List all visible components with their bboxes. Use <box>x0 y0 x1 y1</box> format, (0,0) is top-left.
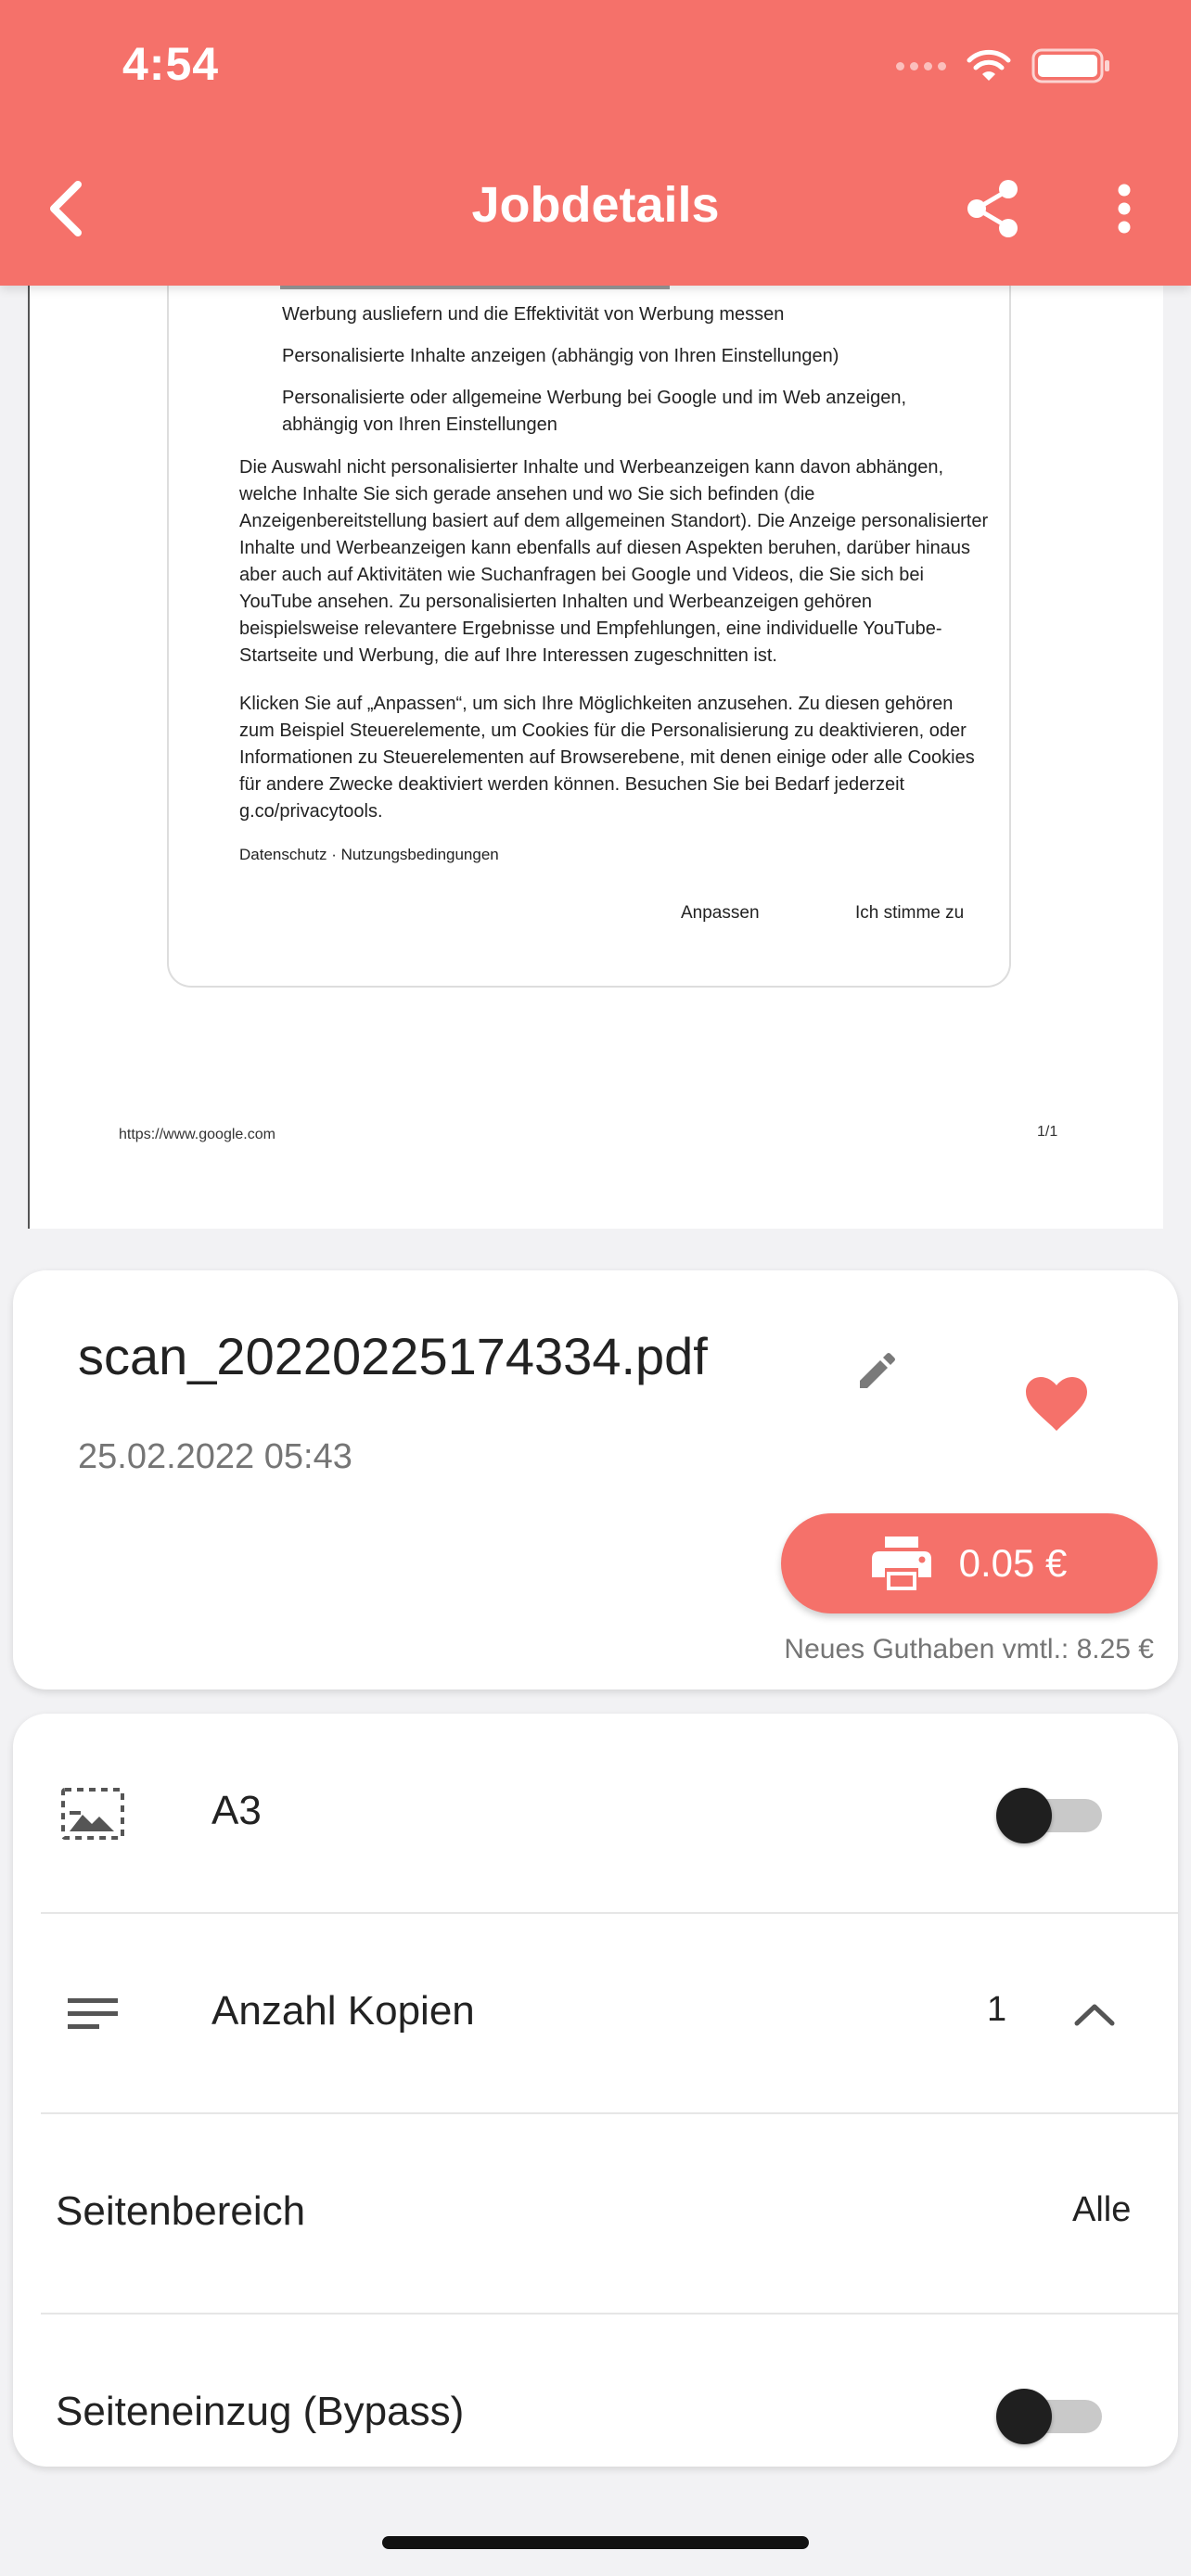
printer-icon <box>871 1537 931 1590</box>
doc-bullet: Personalisierte Inhalte anzeigen (abhäng… <box>282 346 839 366</box>
app-bar: 4:54 Jobdetails <box>0 0 1191 286</box>
more-vert-icon <box>1118 184 1131 234</box>
collapse-copies-button[interactable] <box>1057 1977 1132 2051</box>
document-preview[interactable]: Werbung ausliefern und die Effektivität … <box>28 260 1163 1229</box>
battery-icon <box>1031 48 1109 83</box>
doc-bullet: Personalisierte oder allgemeine Werbung … <box>282 388 906 435</box>
notes-icon <box>56 1977 130 2051</box>
page-range-row[interactable]: Seitenbereich Alle <box>13 2114 1178 2315</box>
copies-value[interactable]: 1 <box>987 1990 1006 2030</box>
page-range-value[interactable]: Alle <box>1072 2190 1131 2230</box>
doc-customize-label: Anpassen <box>681 903 760 923</box>
cellular-signal-icon <box>896 61 946 70</box>
bypass-toggle[interactable] <box>996 2389 1111 2444</box>
copies-label: Anzahl Kopien <box>211 1988 475 2034</box>
file-name: scan_20220225174334.pdf <box>78 1327 708 1385</box>
file-date: 25.02.2022 05:43 <box>78 1437 352 1476</box>
doc-bullet: Werbung ausliefern und die Effektivität … <box>282 304 785 325</box>
share-button[interactable] <box>955 167 1030 250</box>
balance-text: Neues Guthaben vmtl.: 8.25 € <box>784 1634 1154 1664</box>
more-options-button[interactable] <box>1087 167 1161 250</box>
share-icon <box>967 180 1018 237</box>
doc-links: Datenschutz · Nutzungsbedingungen <box>239 846 499 863</box>
print-settings-card: A3 Anzahl Kopien 1 Seitenbereich Alle Se… <box>13 1714 1178 2467</box>
copies-row: Anzahl Kopien 1 <box>13 1914 1178 2114</box>
status-icons <box>896 43 1111 89</box>
print-price: 0.05 € <box>958 1541 1068 1585</box>
doc-page-number: 1/1 <box>1037 1124 1058 1140</box>
heart-icon <box>1026 1377 1087 1431</box>
bypass-label: Seiteneinzug (Bypass) <box>56 2389 465 2434</box>
doc-paragraph: Klicken Sie auf „Anpassen“, um sich Ihre… <box>239 694 975 822</box>
doc-agree-label: Ich stimme zu <box>855 903 965 923</box>
home-indicator <box>382 2536 809 2549</box>
status-time: 4:54 <box>122 38 220 90</box>
print-button[interactable]: 0.05 € <box>781 1513 1158 1613</box>
favorite-button[interactable] <box>1015 1363 1098 1447</box>
wifi-icon <box>967 49 1011 81</box>
page-range-label: Seitenbereich <box>56 2188 306 2234</box>
chevron-up-icon <box>1074 2004 1115 2026</box>
bypass-row: Seiteneinzug (Bypass) <box>13 2315 1178 2467</box>
a3-row: A3 <box>13 1714 1178 1914</box>
consent-dialog-scan: Werbung ausliefern und die Effektivität … <box>167 260 1011 988</box>
a3-label: A3 <box>211 1788 262 1833</box>
rename-button[interactable] <box>839 1335 913 1409</box>
a3-toggle[interactable] <box>996 1788 1111 1843</box>
doc-footer-url: https://www.google.com <box>119 1127 275 1142</box>
pencil-icon <box>860 1353 895 1388</box>
photo-size-icon <box>56 1777 130 1851</box>
file-card: scan_20220225174334.pdf 25.02.2022 05:43… <box>13 1270 1178 1690</box>
doc-paragraph: Die Auswahl nicht personalisierter Inhal… <box>239 457 989 666</box>
